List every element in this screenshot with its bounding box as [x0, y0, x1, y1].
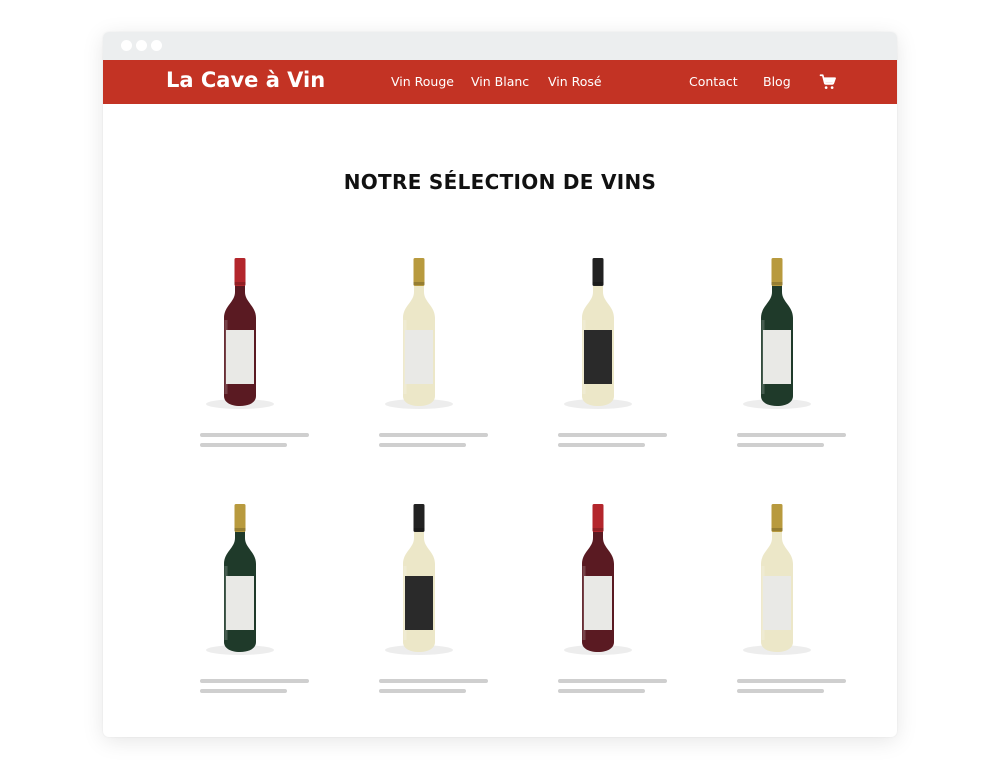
product-title-placeholder: [200, 433, 309, 437]
product-price-placeholder: [558, 443, 645, 447]
product-price-placeholder: [200, 443, 287, 447]
wine-bottle-image: [385, 504, 453, 655]
product-price-placeholder: [379, 689, 466, 693]
product-title-placeholder: [200, 679, 309, 683]
shopping-cart-icon[interactable]: [819, 73, 837, 91]
product-card[interactable]: [702, 254, 852, 454]
product-price-placeholder: [558, 689, 645, 693]
product-card[interactable]: [702, 500, 852, 700]
product-title-placeholder: [737, 433, 846, 437]
nav-link-blog[interactable]: Blog: [763, 74, 791, 89]
navbar: La Cave à Vin Vin Rouge Vin Blanc Vin Ro…: [103, 60, 897, 104]
wine-bottle-image: [385, 258, 453, 409]
product-title-placeholder: [558, 433, 667, 437]
browser-window: La Cave à Vin Vin Rouge Vin Blanc Vin Ro…: [103, 32, 897, 737]
product-card[interactable]: [523, 500, 673, 700]
product-price-placeholder: [379, 443, 466, 447]
product-price-placeholder: [737, 443, 824, 447]
product-card[interactable]: [344, 500, 494, 700]
window-dot[interactable]: [121, 40, 132, 51]
window-dot[interactable]: [151, 40, 162, 51]
nav-link-contact[interactable]: Contact: [689, 74, 738, 89]
nav-link-vin-blanc[interactable]: Vin Blanc: [471, 74, 529, 89]
page-title: NOTRE SÉLECTION DE VINS: [343, 170, 657, 194]
wine-bottle-image: [206, 504, 274, 655]
product-card[interactable]: [523, 254, 673, 454]
product-title-placeholder: [379, 679, 488, 683]
product-title-placeholder: [379, 433, 488, 437]
wine-bottle-image: [564, 258, 632, 409]
product-card[interactable]: [165, 254, 315, 454]
wine-bottle-image: [743, 504, 811, 655]
product-card[interactable]: [165, 500, 315, 700]
wine-bottle-image: [564, 504, 632, 655]
nav-link-vin-rouge[interactable]: Vin Rouge: [391, 74, 454, 89]
window-titlebar: [103, 32, 897, 60]
product-title-placeholder: [558, 679, 667, 683]
product-price-placeholder: [200, 689, 287, 693]
product-price-placeholder: [737, 689, 824, 693]
wine-bottle-image: [206, 258, 274, 409]
product-title-placeholder: [737, 679, 846, 683]
wine-bottle-image: [743, 258, 811, 409]
nav-link-vin-rose[interactable]: Vin Rosé: [548, 74, 602, 89]
window-dot[interactable]: [136, 40, 147, 51]
product-card[interactable]: [344, 254, 494, 454]
brand-logo[interactable]: La Cave à Vin: [166, 68, 325, 92]
